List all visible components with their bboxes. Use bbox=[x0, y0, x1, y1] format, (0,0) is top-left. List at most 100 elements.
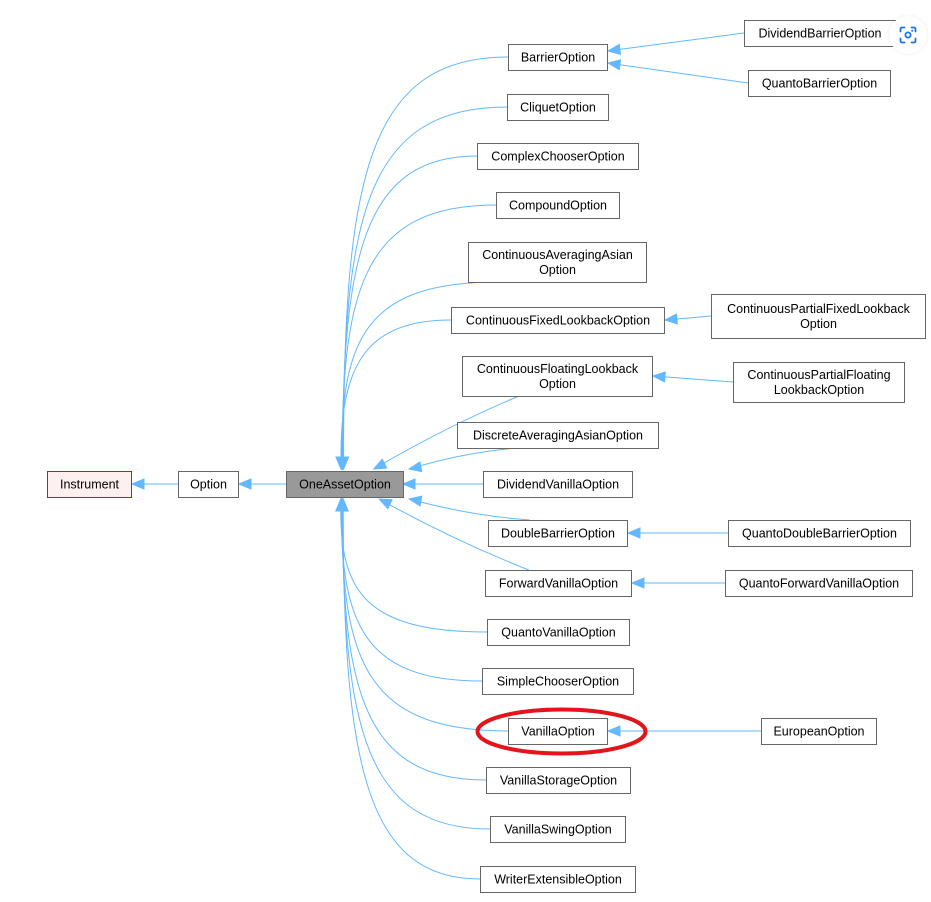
class-node-compound-option[interactable]: CompoundOption bbox=[496, 192, 620, 219]
node-label: ContinuousAveragingAsian bbox=[482, 248, 633, 262]
arrowhead bbox=[407, 460, 423, 473]
node-label: BarrierOption bbox=[521, 51, 595, 65]
node-label: SimpleChooserOption bbox=[497, 675, 619, 689]
edge-line bbox=[664, 376, 734, 383]
edge-vanilla-option-to-one-asset-option bbox=[336, 497, 509, 732]
nodes-layer: Instrument Option OneAssetOption BarrierOpt… bbox=[47, 20, 926, 893]
class-node-instrument[interactable]: Instrument bbox=[47, 471, 132, 498]
node-label: QuantoVanillaOption bbox=[501, 626, 615, 640]
arrowhead bbox=[606, 43, 622, 56]
arrowhead bbox=[130, 478, 145, 490]
class-node-quanto-vanilla-option[interactable]: QuantoVanillaOption bbox=[487, 619, 630, 646]
class-node-quanto-forward-vanilla-option[interactable]: QuantoForwardVanillaOption bbox=[725, 570, 913, 597]
edge-line bbox=[341, 510, 487, 781]
node-label: VanillaSwingOption bbox=[504, 823, 612, 837]
class-node-dividend-barrier-option[interactable]: DividendBarrierOption bbox=[744, 20, 896, 47]
node-label: CliquetOption bbox=[520, 101, 596, 115]
edge-dividend-barrier-option-to-barrier-option bbox=[606, 32, 745, 56]
arrowhead bbox=[663, 313, 678, 325]
node-label: CompoundOption bbox=[509, 199, 607, 213]
class-node-option[interactable]: Option bbox=[178, 471, 239, 498]
arrowhead bbox=[407, 495, 423, 507]
class-node-writer-extensible-option[interactable]: WriterExtensibleOption bbox=[480, 866, 636, 893]
class-node-forward-vanilla-option[interactable]: ForwardVanillaOption bbox=[485, 570, 632, 597]
edge-line bbox=[619, 32, 745, 50]
edge-quanto-barrier-option-to-barrier-option bbox=[606, 59, 749, 84]
class-node-quanto-barrier-option[interactable]: QuantoBarrierOption bbox=[748, 70, 891, 97]
node-label: Instrument bbox=[60, 478, 120, 492]
class-node-continuous-averaging-asian-option[interactable]: ContinuousAveragingAsianOption bbox=[468, 242, 647, 283]
class-node-european-option[interactable]: EuropeanOption bbox=[761, 718, 877, 745]
edge-line bbox=[341, 510, 509, 732]
node-label: ForwardVanillaOption bbox=[499, 577, 618, 591]
class-node-quanto-double-barrier-option[interactable]: QuantoDoubleBarrierOption bbox=[728, 520, 911, 547]
edges-layer bbox=[130, 32, 761, 880]
node-label: DividendVanillaOption bbox=[497, 478, 619, 492]
arrowhead bbox=[377, 498, 393, 510]
edge-double-barrier-option-to-one-asset-option bbox=[407, 495, 530, 521]
class-node-continuous-fixed-lookback-option[interactable]: ContinuousFixedLookbackOption bbox=[451, 307, 665, 334]
class-node-discrete-averaging-asian-option[interactable]: DiscreteAveragingAsianOption bbox=[457, 422, 659, 449]
node-label: QuantoBarrierOption bbox=[762, 77, 877, 91]
edge-continuous-fixed-lookback-option-to-one-asset-option bbox=[335, 319, 452, 471]
edge-one-asset-option-to-option bbox=[237, 478, 286, 490]
node-label: DividendBarrierOption bbox=[759, 27, 882, 41]
arrowhead bbox=[606, 59, 622, 71]
visual-search-button[interactable] bbox=[889, 16, 927, 54]
class-node-barrier-option[interactable]: BarrierOption bbox=[508, 44, 608, 71]
node-label: Option bbox=[539, 263, 576, 277]
arrowhead bbox=[237, 478, 252, 490]
node-label: Option bbox=[190, 478, 227, 492]
visual-search-icon bbox=[899, 26, 917, 44]
arrowhead bbox=[630, 577, 645, 589]
node-label: ContinuousFloatingLookback bbox=[477, 362, 639, 376]
class-node-one-asset-option[interactable]: OneAssetOption bbox=[286, 471, 404, 498]
node-label: DoubleBarrierOption bbox=[501, 527, 615, 541]
edge-continuous-partial-fixed-lookback-option-to-continuous-fixed-lookback-option bbox=[663, 313, 712, 325]
edge-quanto-double-barrier-option-to-double-barrier-option bbox=[626, 527, 728, 539]
node-label: ContinuousPartialFloating bbox=[747, 368, 890, 382]
class-node-complex-chooser-option[interactable]: ComplexChooserOption bbox=[477, 143, 639, 170]
edge-line bbox=[340, 510, 488, 633]
edge-european-option-to-vanilla-option bbox=[606, 725, 761, 737]
edge-line bbox=[340, 510, 483, 682]
arrowhead bbox=[626, 527, 641, 539]
edge-line bbox=[340, 319, 452, 458]
node-label: WriterExtensibleOption bbox=[494, 873, 622, 887]
arrowhead bbox=[401, 478, 416, 490]
edge-continuous-partial-floating-lookback-option-to-continuous-floating-lookback-option bbox=[651, 371, 734, 383]
edge-line bbox=[408, 498, 530, 521]
edge-quanto-vanilla-option-to-one-asset-option bbox=[335, 497, 488, 633]
class-node-vanilla-option[interactable]: VanillaOption bbox=[508, 718, 608, 745]
class-node-continuous-partial-fixed-lookback-option[interactable]: ContinuousPartialFixedLookbackOption bbox=[711, 294, 926, 339]
class-node-cliquet-option[interactable]: CliquetOption bbox=[507, 94, 609, 121]
edge-vanilla-storage-option-to-one-asset-option bbox=[336, 497, 487, 781]
node-label: OneAssetOption bbox=[299, 478, 391, 492]
class-node-continuous-partial-floating-lookback-option[interactable]: ContinuousPartialFloatingLookbackOption bbox=[733, 362, 905, 403]
arrowhead bbox=[651, 371, 666, 383]
edge-line bbox=[408, 447, 518, 470]
node-label: ComplexChooserOption bbox=[491, 150, 624, 164]
edge-line bbox=[342, 510, 491, 830]
edge-dividend-vanilla-option-to-one-asset-option bbox=[401, 478, 483, 490]
class-node-vanilla-storage-option[interactable]: VanillaStorageOption bbox=[486, 767, 631, 794]
node-label: QuantoDoubleBarrierOption bbox=[742, 527, 897, 541]
class-node-dividend-vanilla-option[interactable]: DividendVanillaOption bbox=[483, 471, 633, 498]
node-label: Option bbox=[800, 317, 837, 331]
edge-line bbox=[342, 510, 481, 880]
node-label: EuropeanOption bbox=[773, 725, 864, 739]
node-label: VanillaOption bbox=[521, 725, 594, 739]
class-node-simple-chooser-option[interactable]: SimpleChooserOption bbox=[482, 668, 634, 695]
node-label: VanillaStorageOption bbox=[500, 774, 617, 788]
arrowhead bbox=[606, 725, 621, 737]
node-label: Option bbox=[539, 377, 576, 391]
class-node-continuous-floating-lookback-option[interactable]: ContinuousFloatingLookbackOption bbox=[462, 356, 653, 397]
class-node-vanilla-swing-option[interactable]: VanillaSwingOption bbox=[490, 816, 626, 843]
node-label: LookbackOption bbox=[774, 383, 864, 397]
edge-line bbox=[619, 64, 749, 84]
edge-line bbox=[342, 155, 478, 458]
class-node-double-barrier-option[interactable]: DoubleBarrierOption bbox=[488, 520, 628, 547]
node-label: ContinuousPartialFixedLookback bbox=[727, 302, 910, 316]
inheritance-diagram: Instrument Option OneAssetOption BarrierOpt… bbox=[47, 20, 926, 893]
node-label: ContinuousFixedLookbackOption bbox=[466, 314, 650, 328]
